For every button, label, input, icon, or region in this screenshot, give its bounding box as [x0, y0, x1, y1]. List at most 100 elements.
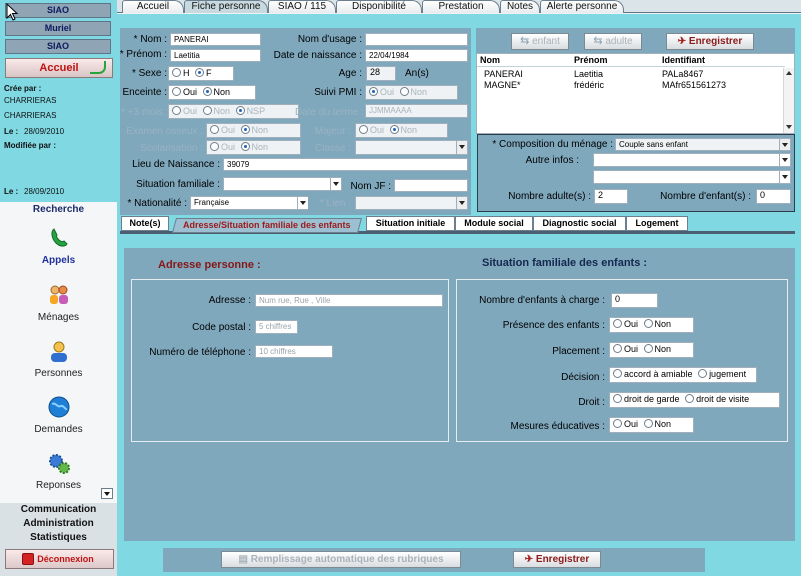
remplissage-auto-button[interactable]: ▤ Remplissage automatique des rubriques: [221, 551, 461, 568]
situation-familiale-select[interactable]: [223, 177, 342, 191]
list-scrollbar[interactable]: [783, 68, 794, 133]
presence-oui-label: Oui: [624, 319, 639, 329]
decision-jugement-radio[interactable]: [698, 369, 708, 378]
examen-non-radio[interactable]: [240, 125, 250, 134]
return-arrow-icon: [90, 61, 106, 74]
enceinte-oui-radio[interactable]: [172, 87, 181, 96]
majeur-non-radio[interactable]: [389, 125, 399, 134]
add-adulte-button[interactable]: ⇆ adulte: [584, 33, 642, 50]
droit-visite-radio[interactable]: [685, 394, 695, 403]
modifiee-le-label: Le :: [4, 187, 19, 196]
subtab-adresse-situation[interactable]: Adresse/Situation familiale des enfants: [171, 218, 363, 233]
mesures-oui-radio[interactable]: [613, 419, 622, 428]
add-enfant-button[interactable]: ⇆ enfant: [511, 33, 569, 50]
subtab-module-social[interactable]: Module social: [455, 216, 533, 231]
tab-disponibilite[interactable]: Disponibilité: [336, 0, 422, 13]
placement-oui-radio[interactable]: [613, 344, 622, 353]
tab-notes[interactable]: Notes: [500, 0, 540, 13]
adresse-input[interactable]: Num rue, Rue , Ville: [255, 294, 443, 307]
composition-select[interactable]: Couple sans enfant: [615, 138, 791, 151]
reponses-expand-button[interactable]: [101, 488, 113, 499]
code-postal-input[interactable]: 5 chiffres: [255, 320, 298, 334]
tab-siao-115[interactable]: SIAO / 115: [268, 0, 336, 13]
enregistrer-top-label: Enregistrer: [688, 36, 743, 47]
nav-appels[interactable]: Appels: [0, 226, 117, 282]
scroll-up-icon[interactable]: [786, 71, 792, 75]
date-terme-input: JJMMAAAA: [365, 104, 468, 118]
subtab-notes[interactable]: Note(s): [121, 216, 169, 231]
modifiee-par-label: Modifiée par :: [4, 141, 57, 150]
plus3mois-nsp-radio[interactable]: [235, 106, 245, 115]
recherche-heading[interactable]: Recherche: [0, 204, 117, 215]
plus3mois-oui-radio[interactable]: [172, 106, 181, 115]
tab-prestation[interactable]: Prestation: [422, 0, 500, 13]
lieu-naissance-input[interactable]: 39079: [223, 158, 468, 171]
examen-oui-radio[interactable]: [210, 125, 219, 134]
subtab-logement[interactable]: Logement: [626, 216, 688, 231]
plus3mois-non-radio[interactable]: [202, 106, 212, 115]
suivi-pmi-oui-radio[interactable]: [369, 87, 378, 96]
tab-accueil[interactable]: Accueil: [122, 0, 184, 13]
nom-input[interactable]: PANERAI: [170, 33, 261, 46]
droit-visite-label: droit de visite: [696, 394, 750, 404]
nom-usage-input[interactable]: [365, 33, 468, 46]
droit-garde-radio[interactable]: [613, 394, 622, 403]
enceinte-radio-group: Oui Non: [168, 85, 256, 100]
enceinte-non-radio[interactable]: [202, 87, 212, 96]
droit-garde-label: droit de garde: [624, 394, 680, 404]
nb-adultes-input[interactable]: 2: [594, 189, 628, 204]
nav-menages[interactable]: Ménages: [0, 283, 117, 339]
table-row[interactable]: PANERAI Laetitia PALa8467: [477, 69, 782, 80]
sexe-h-radio[interactable]: [172, 68, 181, 77]
subtab-diagnostic-social[interactable]: Diagnostic social: [533, 216, 626, 231]
statistiques-heading[interactable]: Statistiques: [0, 532, 117, 543]
scolarisation-non-radio[interactable]: [240, 142, 250, 151]
nav-demandes-label: Demandes: [34, 424, 83, 435]
scolarisation-oui-radio[interactable]: [210, 142, 219, 151]
autres-infos-select-1[interactable]: [593, 153, 791, 167]
nb-enfants-input[interactable]: 0: [756, 189, 791, 204]
communication-heading[interactable]: Communication: [0, 504, 117, 515]
table-row[interactable]: MAGNE* frédéric MAfr651561273: [477, 80, 782, 91]
chevron-down-icon: [104, 492, 110, 496]
presence-non-radio[interactable]: [643, 319, 653, 328]
sexe-f-radio[interactable]: [195, 68, 205, 77]
tab-fiche-personne[interactable]: Fiche personne: [184, 0, 268, 13]
subtab-situation-initiale[interactable]: Situation initiale: [366, 216, 455, 231]
decision-accord-radio[interactable]: [613, 369, 622, 378]
enceinte-label: Enceinte :: [122, 87, 167, 98]
row1-nom: PANERAI: [484, 69, 523, 79]
composition-chevron-down-icon[interactable]: [779, 139, 790, 150]
presence-oui-radio[interactable]: [613, 319, 622, 328]
situation-familiale-label: Situation familiale :: [136, 179, 220, 190]
nav-reponses[interactable]: Reponses: [0, 451, 117, 507]
suivi-pmi-non-radio[interactable]: [399, 87, 409, 96]
administration-heading[interactable]: Administration: [0, 518, 117, 529]
lien-select: [355, 196, 468, 210]
nav-personnes[interactable]: Personnes: [0, 339, 117, 395]
nationalite-select[interactable]: Française: [190, 196, 308, 210]
nav-demandes[interactable]: Demandes: [0, 395, 117, 451]
nom-jf-input[interactable]: [394, 179, 468, 192]
date-naissance-input[interactable]: 22/04/1984: [365, 49, 468, 62]
majeur-oui-radio[interactable]: [359, 125, 368, 134]
cree-date: 28/09/2010: [24, 127, 65, 136]
subtab-adresse-situation-label: Adresse/Situation familiale des enfants: [183, 220, 351, 230]
telephone-input[interactable]: 10 chiffres: [255, 345, 333, 358]
accueil-button[interactable]: Accueil: [5, 58, 113, 78]
autres-infos-select-2[interactable]: [593, 170, 791, 184]
placement-non-radio[interactable]: [643, 344, 653, 353]
enregistrer-bottom-button[interactable]: ✈ Enregistrer: [513, 551, 601, 568]
person-icon: [51, 341, 67, 362]
tab-alerte-personne[interactable]: Alerte personne: [540, 0, 624, 13]
deconnexion-button[interactable]: Déconnexion: [5, 549, 114, 569]
nb-charge-input[interactable]: 0: [611, 293, 658, 308]
enregistrer-top-button[interactable]: ✈ Enregistrer: [666, 33, 754, 50]
majeur-oui-label: Oui: [370, 125, 385, 135]
nav-appels-label: Appels: [41, 255, 76, 266]
placement-non-label: Non: [654, 344, 672, 354]
scroll-down-icon[interactable]: [786, 125, 792, 129]
decision-label: Décision :: [561, 372, 605, 383]
mesures-non-radio[interactable]: [643, 419, 653, 428]
prenom-input[interactable]: Laetitia: [170, 49, 261, 62]
